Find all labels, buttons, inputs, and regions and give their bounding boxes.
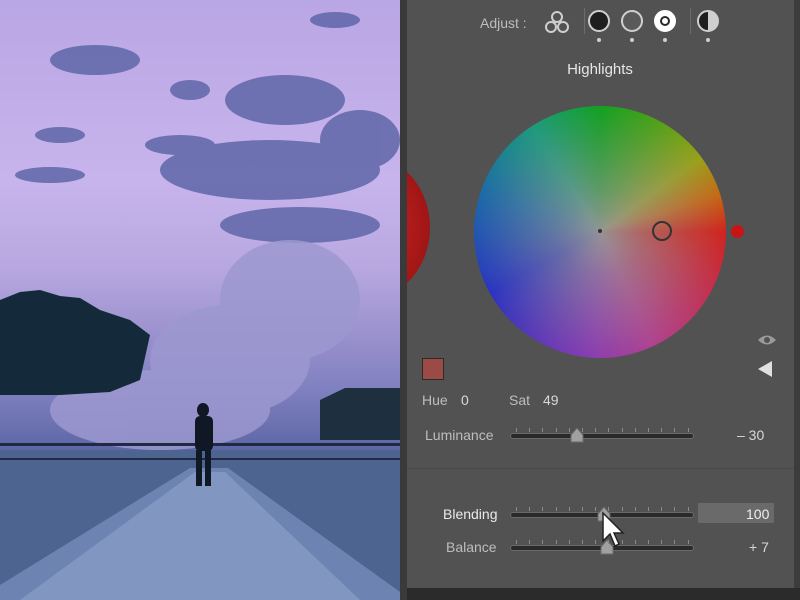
slider-tick (595, 507, 597, 511)
slider-tick (568, 540, 570, 544)
luminance-slider-track[interactable] (510, 433, 694, 439)
slider-tick (634, 428, 636, 432)
three-way-view-icon[interactable] (544, 10, 570, 34)
wheel-center-dot (598, 229, 602, 233)
panel-scroll-edge (794, 0, 800, 600)
slider-tick (608, 540, 610, 544)
slider-tick (621, 507, 623, 511)
blending-label: Blending (443, 506, 498, 522)
photo-preview (0, 0, 400, 600)
slider-tick (634, 507, 636, 511)
global-mode-icon[interactable] (697, 10, 719, 32)
landscape-image (0, 12, 400, 600)
hue-value[interactable]: 0 (461, 392, 469, 408)
slider-tick (687, 428, 689, 432)
slider-tick (595, 540, 597, 544)
adjust-separator (584, 8, 585, 34)
slider-tick (555, 507, 557, 511)
panel-bottom-bar (407, 588, 800, 600)
global-mode-indicator (706, 38, 710, 42)
slider-tick (608, 507, 610, 511)
midtones-mode-indicator (630, 38, 634, 42)
shadows-mode-icon[interactable] (588, 10, 610, 32)
adjacent-wheel-preview (407, 155, 430, 300)
slider-tick (661, 540, 663, 544)
wheel-picker-handle[interactable] (652, 221, 672, 241)
slider-tick (582, 428, 583, 432)
slider-tick (648, 540, 649, 544)
slider-tick (648, 507, 649, 511)
slider-tick (661, 428, 663, 432)
slider-tick (555, 540, 557, 544)
slider-tick (621, 540, 623, 544)
slider-tick (674, 428, 676, 432)
slider-tick (687, 507, 689, 511)
balance-label: Balance (446, 539, 497, 555)
slider-tick (687, 540, 689, 544)
wheel-title: Highlights (567, 61, 633, 78)
slider-tick (516, 540, 517, 544)
highlights-mode-indicator (663, 38, 667, 42)
adjust-label: Adjust : (480, 15, 527, 31)
slider-tick (529, 507, 531, 511)
shadows-mode-indicator (597, 38, 601, 42)
blending-value: 100 (746, 506, 770, 522)
slider-tick (516, 428, 517, 432)
slider-tick (529, 428, 531, 432)
mouse-cursor-icon (601, 511, 627, 551)
section-divider (407, 468, 794, 469)
adjust-separator-2 (690, 8, 691, 34)
slider-tick (674, 507, 676, 511)
hue-indicator-dot[interactable] (731, 225, 744, 238)
eye-icon[interactable] (757, 333, 777, 347)
midtones-mode-icon[interactable] (621, 10, 643, 32)
sat-value[interactable]: 49 (543, 392, 559, 408)
slider-tick (608, 428, 610, 432)
slider-tick (542, 540, 544, 544)
split-divider[interactable] (400, 0, 407, 600)
collapse-triangle-icon[interactable] (758, 361, 772, 377)
luminance-value[interactable]: – 30 (737, 427, 764, 443)
slider-tick (582, 507, 583, 511)
slider-tick (542, 507, 544, 511)
luminance-label: Luminance (425, 427, 494, 443)
slider-tick (582, 540, 583, 544)
color-swatch[interactable] (422, 358, 444, 380)
slider-tick (661, 507, 663, 511)
hue-label: Hue (422, 392, 448, 408)
slider-tick (595, 428, 597, 432)
slider-tick (568, 507, 570, 511)
sat-label: Sat (509, 392, 531, 408)
balance-value[interactable]: + 7 (749, 539, 769, 555)
slider-tick (568, 428, 570, 432)
highlights-mode-icon[interactable] (654, 10, 676, 32)
slider-tick (674, 540, 676, 544)
slider-tick (621, 428, 623, 432)
slider-tick (529, 540, 531, 544)
slider-tick (516, 507, 517, 511)
slider-tick (648, 428, 649, 432)
slider-tick (555, 428, 557, 432)
slider-tick (634, 540, 636, 544)
slider-tick (542, 428, 544, 432)
